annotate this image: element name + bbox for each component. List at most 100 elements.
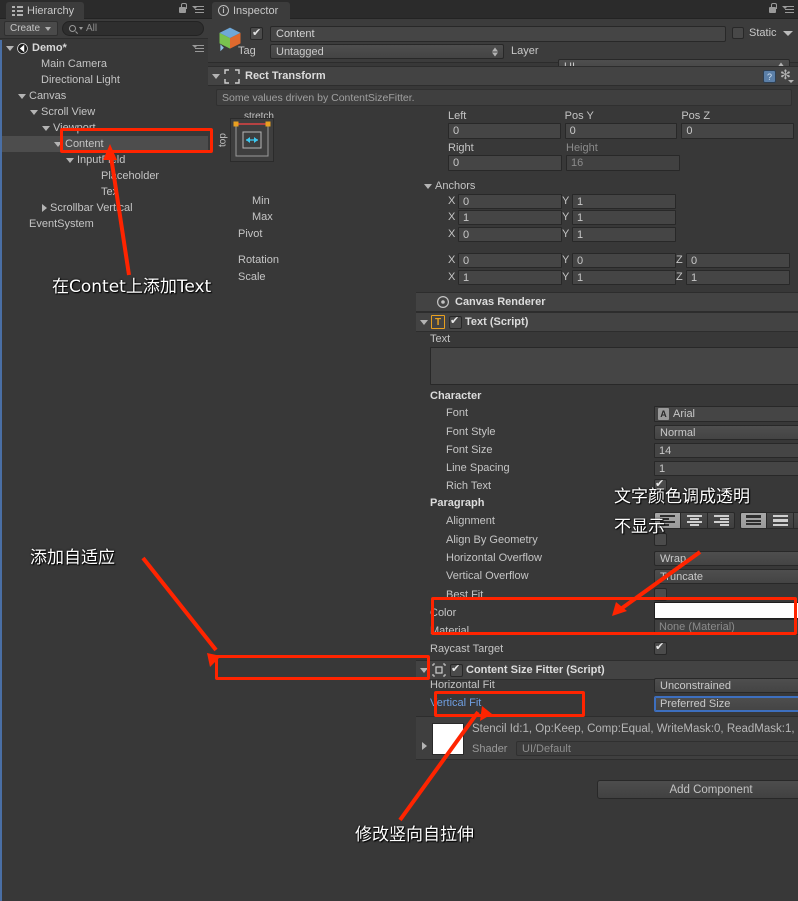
unity-logo-icon bbox=[17, 42, 28, 54]
rect-transform-header[interactable]: Rect Transform ? bbox=[208, 66, 798, 86]
align-right-button[interactable] bbox=[708, 512, 735, 529]
align-top-button[interactable] bbox=[740, 512, 767, 529]
text-value-textarea[interactable] bbox=[430, 347, 798, 385]
alignment-vertical-group bbox=[740, 512, 798, 529]
chevron-down-icon[interactable] bbox=[18, 93, 26, 99]
left-label: Left bbox=[448, 110, 467, 122]
hierarchy-item-main-camera[interactable]: Main Camera bbox=[2, 56, 208, 72]
vertical-overflow-dropdown[interactable]: Truncate bbox=[654, 569, 798, 584]
right-field[interactable]: 0 bbox=[448, 155, 562, 171]
align-bottom-button[interactable] bbox=[794, 512, 798, 529]
hierarchy-item-placeholder[interactable]: Placeholder bbox=[2, 168, 208, 184]
gameobject-header: Content Static Tag Untagged Layer UI bbox=[208, 19, 798, 74]
help-icon[interactable]: ? bbox=[763, 70, 776, 83]
raycast-target-checkbox[interactable] bbox=[654, 640, 667, 655]
font-style-value: Normal bbox=[660, 426, 696, 439]
anchor-max-y-field[interactable]: 1 bbox=[572, 210, 676, 225]
tag-dropdown[interactable]: Untagged bbox=[270, 44, 504, 59]
align-right-icon bbox=[713, 515, 729, 526]
hierarchy-item-directional-light[interactable]: Directional Light bbox=[2, 72, 208, 88]
line-spacing-label: Line Spacing bbox=[446, 462, 510, 474]
gameobject-name-field[interactable]: Content bbox=[270, 26, 726, 42]
canvas-renderer-header[interactable]: Canvas Renderer ? bbox=[416, 292, 798, 312]
add-component-button[interactable]: Add Component bbox=[597, 780, 798, 799]
chevron-right-icon[interactable] bbox=[422, 742, 427, 750]
chevron-down-icon[interactable] bbox=[420, 667, 428, 673]
content-size-fitter-header[interactable]: Content Size Fitter (Script) ? bbox=[416, 660, 798, 680]
left-field[interactable]: 0 bbox=[448, 123, 561, 139]
chevron-right-icon[interactable] bbox=[42, 204, 47, 212]
font-object-field[interactable]: A Arial bbox=[654, 406, 798, 422]
static-checkbox[interactable] bbox=[732, 27, 744, 39]
anchor-min-y-field[interactable]: 1 bbox=[572, 194, 676, 209]
horizontal-fit-dropdown[interactable]: Unconstrained bbox=[654, 678, 798, 693]
line-spacing-field[interactable]: 1 bbox=[654, 461, 798, 476]
vertical-fit-dropdown[interactable]: Preferred Size bbox=[654, 696, 798, 712]
lock-icon[interactable] bbox=[768, 3, 777, 14]
chevron-down-icon[interactable] bbox=[54, 141, 62, 147]
chevron-down-icon[interactable] bbox=[66, 157, 74, 163]
horizontal-overflow-dropdown[interactable]: Wrap bbox=[654, 551, 798, 566]
material-preview-block: Stencil Id:1, Op:Keep, Comp:Equal, Write… bbox=[416, 716, 798, 760]
hierarchy-scene-root[interactable]: Demo* bbox=[2, 40, 208, 56]
height-field: 16 bbox=[566, 155, 680, 171]
scene-context-menu-icon[interactable] bbox=[192, 43, 204, 53]
inspector-menu-icon[interactable] bbox=[782, 4, 794, 14]
align-center-button[interactable] bbox=[681, 512, 708, 529]
pivot-y-field[interactable]: 1 bbox=[572, 227, 676, 242]
hierarchy-item-label: Scroll View bbox=[41, 106, 96, 118]
anchor-max-axis-label: Y bbox=[562, 211, 570, 223]
chevron-down-icon bbox=[45, 26, 52, 31]
rotation-z-field[interactable]: 0 bbox=[686, 253, 790, 268]
scale-z-field[interactable]: 1 bbox=[686, 270, 790, 285]
posz-field[interactable]: 0 bbox=[681, 123, 795, 139]
unity-editor-window: Hierarchy Create All Demo* Main Camera D… bbox=[0, 0, 798, 901]
font-size-field[interactable]: 14 bbox=[654, 443, 798, 458]
scale-axis-label: X bbox=[448, 271, 456, 283]
shader-dropdown[interactable]: UI/Default bbox=[516, 741, 798, 756]
anchor-preset-widget[interactable] bbox=[230, 118, 274, 162]
hierarchy-item-content[interactable]: Content bbox=[2, 136, 208, 152]
hierarchy-menu-icon[interactable] bbox=[192, 4, 204, 14]
pivot-x-field[interactable]: 0 bbox=[458, 227, 562, 242]
hierarchy-item-canvas[interactable]: Canvas bbox=[2, 88, 208, 104]
gameobject-active-checkbox[interactable] bbox=[250, 26, 263, 40]
hierarchy-item-label: Placeholder bbox=[101, 170, 160, 182]
text-script-header[interactable]: T Text (Script) ? bbox=[416, 312, 798, 332]
anchor-min-x-field[interactable]: 0 bbox=[458, 194, 562, 209]
align-middle-button[interactable] bbox=[767, 512, 794, 529]
hierarchy-item-label: Content bbox=[65, 138, 104, 150]
tab-inspector[interactable]: i Inspector bbox=[212, 2, 291, 19]
rotation-y-field[interactable]: 0 bbox=[572, 253, 676, 268]
hierarchy-item-scrollbar-vertical[interactable]: Scrollbar Vertical bbox=[2, 200, 208, 216]
chevron-down-icon[interactable] bbox=[30, 109, 38, 115]
anchor-max-x-field[interactable]: 1 bbox=[458, 210, 562, 225]
tab-hierarchy[interactable]: Hierarchy bbox=[6, 2, 85, 19]
gear-icon[interactable] bbox=[780, 67, 794, 83]
text-color-field[interactable] bbox=[654, 602, 798, 619]
chevron-down-icon[interactable] bbox=[420, 319, 428, 325]
scale-x-field[interactable]: 1 bbox=[458, 270, 562, 285]
hierarchy-item-scroll-view[interactable]: Scroll View bbox=[2, 104, 208, 120]
raycast-target-label: Raycast Target bbox=[430, 643, 504, 655]
hierarchy-item-viewport[interactable]: Viewport bbox=[2, 120, 208, 136]
horizontal-overflow-value: Wrap bbox=[660, 552, 687, 565]
material-object-field[interactable]: None (Material) bbox=[654, 619, 798, 635]
create-button[interactable]: Create bbox=[4, 21, 59, 36]
font-style-dropdown[interactable]: Normal bbox=[654, 425, 798, 440]
chevron-down-icon[interactable] bbox=[212, 73, 220, 79]
search-input[interactable]: All bbox=[62, 21, 204, 36]
hierarchy-item-inputfield[interactable]: InputField bbox=[2, 152, 208, 168]
rotation-x-field[interactable]: 0 bbox=[458, 253, 562, 268]
scale-y-field[interactable]: 1 bbox=[572, 270, 676, 285]
best-fit-checkbox[interactable] bbox=[654, 588, 667, 601]
anchors-foldout[interactable]: Anchors bbox=[424, 178, 794, 194]
static-dropdown-chevron-icon[interactable] bbox=[783, 31, 793, 36]
lock-icon[interactable] bbox=[178, 3, 187, 14]
text-enabled-checkbox[interactable] bbox=[449, 314, 462, 329]
posy-field[interactable]: 0 bbox=[564, 123, 678, 139]
hierarchy-item-tex[interactable]: Tex bbox=[2, 184, 208, 200]
hierarchy-item-eventsystem[interactable]: EventSystem bbox=[2, 216, 208, 232]
content-size-fitter-enabled-checkbox[interactable] bbox=[450, 662, 463, 677]
chevron-down-icon[interactable] bbox=[42, 125, 50, 131]
